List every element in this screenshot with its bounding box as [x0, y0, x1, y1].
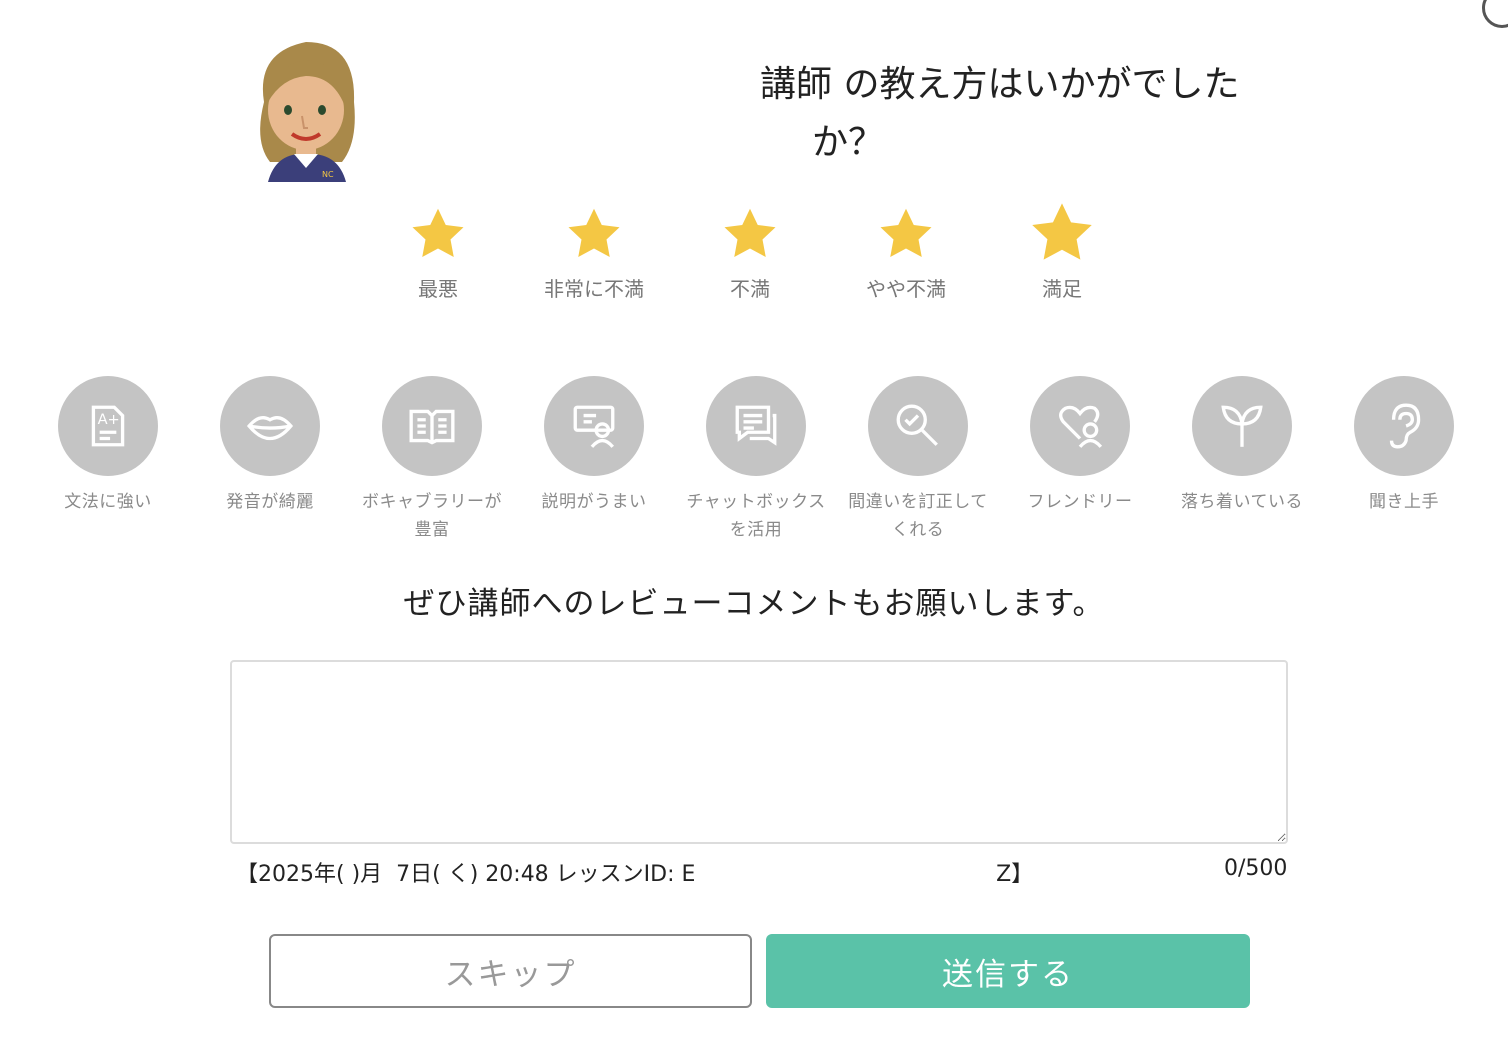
tag-circle	[544, 376, 644, 476]
star-icon	[412, 208, 464, 257]
magnifier-check-icon	[896, 404, 938, 446]
review-prompt: ぜひ講師へのレビューコメントもお願いします。	[403, 586, 1105, 622]
sprout-icon	[1221, 405, 1263, 447]
tag-label: チャットボックスを活用	[686, 492, 826, 540]
tag-circle	[382, 376, 482, 476]
tag-good-listener[interactable]: 聞き上手	[1324, 376, 1484, 516]
rating-option-5[interactable]: 満足	[984, 199, 1140, 302]
lesson-info: 【2025年( )月 7日( く) 20:48 レッスンID: E Z】	[236, 862, 1034, 887]
tag-circle	[220, 376, 320, 476]
tag-list: A+ 文法に強い 発音が綺麗 ボキャブラリーが豊富 説明がうまい チャットボック…	[28, 376, 1488, 556]
star-icon	[880, 208, 932, 257]
heart-person-icon	[1059, 405, 1103, 448]
svg-text:NC: NC	[322, 170, 334, 179]
star-icon	[1032, 203, 1092, 260]
rating-label: 不満	[730, 277, 770, 301]
tag-calm[interactable]: 落ち着いている	[1162, 376, 1322, 516]
char-counter: 0/500	[1224, 856, 1288, 881]
tag-explanation[interactable]: 説明がうまい	[514, 376, 674, 516]
teacher-avatar: NC	[260, 42, 355, 182]
rating-label: やや不満	[866, 277, 946, 301]
tag-label: 聞き上手	[1369, 492, 1439, 512]
tag-label: 文法に強い	[64, 492, 152, 512]
star-icon	[568, 208, 620, 257]
rating-label: 最悪	[418, 277, 458, 301]
tag-circle	[868, 376, 968, 476]
chat-box-icon	[735, 405, 777, 446]
presenter-icon	[573, 405, 615, 448]
tag-label: 発音が綺麗	[226, 492, 314, 512]
tag-label: フレンドリー	[1027, 492, 1133, 512]
tag-friendly[interactable]: フレンドリー	[1000, 376, 1160, 516]
rating-option-3[interactable]: 不満	[672, 205, 828, 302]
rating-label: 満足	[1042, 277, 1082, 301]
tag-grammar[interactable]: A+ 文法に強い	[28, 376, 188, 516]
tag-circle	[1354, 376, 1454, 476]
tag-label: 落ち着いている	[1181, 492, 1303, 512]
close-button[interactable]	[1482, 0, 1508, 28]
lips-icon	[246, 416, 294, 441]
question-line-1: 講師 の教え方はいかがでした	[760, 64, 1240, 105]
skip-button[interactable]: スキップ	[269, 934, 752, 1008]
review-comment-input[interactable]	[230, 660, 1288, 844]
star-icon	[724, 208, 776, 257]
open-book-icon	[409, 409, 455, 445]
tag-label: ボキャブラリーが豊富	[362, 492, 502, 540]
tag-corrects-mistakes[interactable]: 間違いを訂正してくれる	[838, 376, 998, 544]
svg-text:A+: A+	[98, 411, 120, 428]
star-rating: 最悪 非常に不満 不満 やや不満 満足	[360, 203, 1140, 325]
rating-label: 非常に不満	[544, 277, 644, 301]
question-line-2: か？	[812, 122, 885, 163]
grade-document-icon: A+	[91, 405, 125, 447]
tag-label: 間違いを訂正してくれる	[848, 492, 988, 540]
tag-circle: A+	[58, 376, 158, 476]
rating-option-2[interactable]: 非常に不満	[516, 205, 672, 302]
rating-question: 講師 の教え方はいかがでした か？	[740, 56, 1300, 172]
rating-option-1[interactable]: 最悪	[360, 205, 516, 302]
ear-icon	[1389, 403, 1421, 449]
tag-circle	[706, 376, 806, 476]
rating-option-4[interactable]: やや不満	[828, 205, 984, 302]
tag-vocabulary[interactable]: ボキャブラリーが豊富	[352, 376, 512, 544]
submit-button[interactable]: 送信する	[766, 934, 1250, 1008]
tag-chatbox[interactable]: チャットボックスを活用	[676, 376, 836, 544]
tag-circle	[1030, 376, 1130, 476]
tag-circle	[1192, 376, 1292, 476]
tag-pronunciation[interactable]: 発音が綺麗	[190, 376, 350, 516]
tag-label: 説明がうまい	[541, 492, 647, 512]
